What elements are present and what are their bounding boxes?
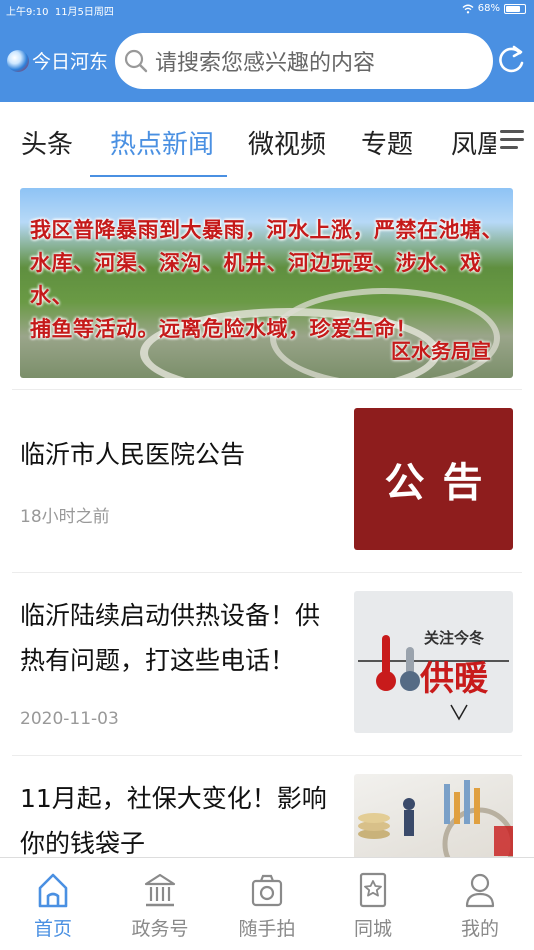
top-header: 上午9:10 11月5日周四 68% 今日河东 请搜索您感兴趣的内容 bbox=[0, 0, 534, 102]
status-clock: 上午9:10 bbox=[6, 7, 49, 18]
app-name: 今日河东 bbox=[32, 51, 109, 73]
banner-line-1: 我区普降暴雨到大暴雨，河水上涨，严禁在池塘、 bbox=[30, 218, 503, 242]
app-logo: 今日河东 bbox=[7, 47, 108, 74]
nav-local[interactable]: 同城 bbox=[333, 870, 413, 941]
thumbnail-title: 供暖 bbox=[420, 659, 488, 699]
nav-snapshot[interactable]: 随手拍 bbox=[227, 870, 307, 941]
news-thumbnail: 关注今冬 供暖 bbox=[354, 591, 513, 733]
banner-line-2: 水库、河渠、深沟、机井、河边玩耍、涉水、戏水、 bbox=[30, 251, 482, 308]
app-screen: 上午9:10 11月5日周四 68% 今日河东 请搜索您感兴趣的内容 头条 热点… bbox=[0, 0, 534, 950]
news-time: 2020-11-03 bbox=[20, 709, 119, 729]
government-building-icon bbox=[144, 873, 176, 907]
news-item[interactable]: 11月起，社保大变化！影响你的钱袋子 bbox=[0, 756, 534, 857]
news-title: 11月起，社保大变化！影响你的钱袋子 bbox=[20, 784, 327, 857]
status-bar: 上午9:10 11月5日周四 68% bbox=[0, 0, 534, 18]
status-date: 11月5日周四 bbox=[54, 7, 114, 18]
banner-text: 我区普降暴雨到大暴雨，河水上涨，严禁在池塘、 水库、河渠、深沟、机井、河边玩耍、… bbox=[30, 214, 510, 346]
nav-profile-label: 我的 bbox=[460, 918, 499, 940]
nav-home-label: 首页 bbox=[33, 918, 72, 940]
news-thumbnail bbox=[354, 774, 513, 857]
tab-topics[interactable]: 专题 bbox=[361, 124, 413, 161]
nav-government[interactable]: 政务号 bbox=[120, 870, 200, 941]
star-bookmark-icon bbox=[359, 872, 387, 908]
nav-home[interactable]: 首页 bbox=[13, 870, 93, 941]
tab-hot-news[interactable]: 热点新闻 bbox=[110, 124, 214, 161]
status-time: 上午9:10 11月5日周四 bbox=[6, 3, 114, 18]
logo-globe-icon bbox=[7, 49, 29, 72]
thumbnail-subtitle: 关注今冬 bbox=[424, 629, 485, 647]
banner-notice[interactable]: 我区普降暴雨到大暴雨，河水上涨，严禁在池塘、 水库、河渠、深沟、机井、河边玩耍、… bbox=[20, 188, 513, 378]
category-tabs: 头条 热点新闻 微视频 专题 凤凰 bbox=[0, 102, 534, 178]
bottom-navigation: 首页 政务号 随手拍 同城 我的 bbox=[0, 857, 534, 950]
refresh-icon[interactable] bbox=[497, 43, 527, 77]
news-title: 临沂市人民医院公告 bbox=[20, 440, 246, 469]
search-bar[interactable]: 请搜索您感兴趣的内容 bbox=[115, 33, 493, 89]
coins-image bbox=[358, 780, 513, 857]
news-time: 18小时之前 bbox=[20, 507, 110, 527]
battery-icon bbox=[504, 3, 526, 14]
thumbnail-text: 公告 bbox=[384, 459, 501, 506]
tab-micro-video[interactable]: 微视频 bbox=[248, 124, 326, 161]
nav-snapshot-label: 随手拍 bbox=[238, 918, 296, 940]
nav-local-label: 同城 bbox=[353, 918, 392, 940]
tab-headlines[interactable]: 头条 bbox=[21, 124, 73, 161]
search-icon bbox=[124, 49, 148, 73]
nav-government-label: 政务号 bbox=[131, 918, 189, 940]
news-thumbnail: 公告 bbox=[354, 408, 513, 550]
status-right: 68% bbox=[462, 3, 526, 14]
news-title: 临沂陆续启动供热设备！供热有问题，打这些电话！ bbox=[20, 601, 321, 675]
news-item[interactable]: 临沂陆续启动供热设备！供热有问题，打这些电话！ 2020-11-03 关注今冬 … bbox=[0, 573, 534, 755]
user-icon bbox=[465, 873, 495, 908]
camera-icon bbox=[251, 874, 283, 907]
search-placeholder: 请搜索您感兴趣的内容 bbox=[155, 51, 376, 76]
active-tab-indicator bbox=[90, 175, 227, 177]
nav-profile[interactable]: 我的 bbox=[440, 870, 520, 941]
wifi-icon bbox=[462, 4, 474, 13]
banner-signature: 区水务局宣 bbox=[391, 339, 491, 363]
home-icon bbox=[38, 873, 68, 908]
news-item[interactable]: 临沂市人民医院公告 18小时之前 公告 bbox=[0, 390, 534, 572]
menu-icon[interactable] bbox=[496, 124, 528, 156]
battery-percent: 68% bbox=[477, 3, 500, 14]
